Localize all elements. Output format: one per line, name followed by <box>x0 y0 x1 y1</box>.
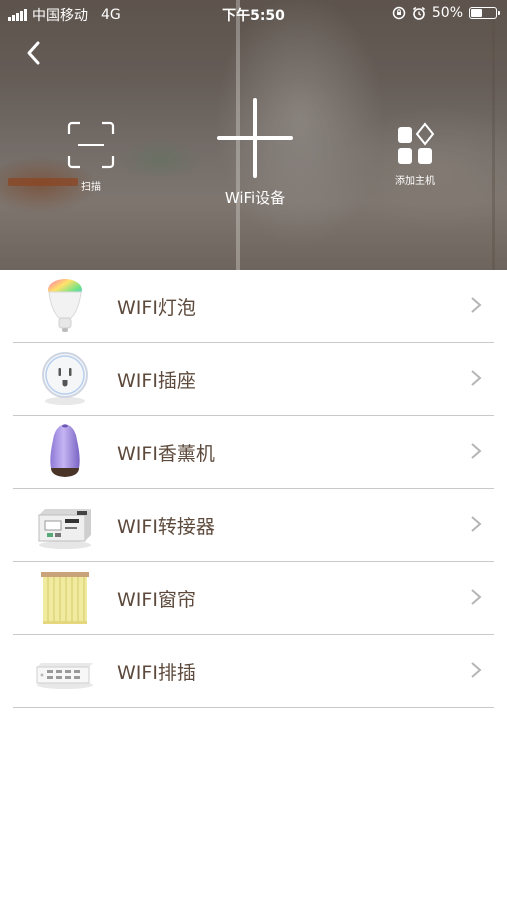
power-strip-icon <box>36 663 93 689</box>
list-item-wifi-power-strip[interactable]: WIFI排插 <box>13 635 494 708</box>
item-label: WIFI窗帘 <box>117 589 196 611</box>
back-button[interactable] <box>20 38 50 68</box>
wifi-device-label: WiFi设备 <box>224 189 286 207</box>
device-list: WIFI灯泡 WIFI插座 WIFI香薰机 WIFI转接器 WIFI窗帘 WIF… <box>0 270 507 708</box>
chevron-right-icon <box>471 516 482 532</box>
scan-label: 扫描 <box>81 182 101 193</box>
scan-icon <box>67 121 115 169</box>
battery-icon <box>469 7 500 19</box>
chevron-right-icon <box>471 297 482 313</box>
curtain-icon <box>41 572 89 624</box>
add-host-button[interactable]: 添加主机 <box>385 122 445 187</box>
item-label: WIFI灯泡 <box>117 297 196 319</box>
list-item-wifi-socket[interactable]: WIFI插座 <box>13 343 494 416</box>
adapter-icon <box>38 509 91 549</box>
bulb-icon <box>48 279 82 332</box>
list-item-wifi-adapter[interactable]: WIFI转接器 <box>13 489 494 562</box>
item-label: WIFI插座 <box>117 370 196 392</box>
socket-icon <box>42 352 88 405</box>
chevron-right-icon <box>471 662 482 678</box>
battery-percentage: 50% <box>431 5 463 21</box>
item-label: WIFI排插 <box>117 662 196 684</box>
wifi-device-button[interactable]: WiFi设备 <box>210 95 300 208</box>
header-background: 中国移动 4G 下午5:50 50% 扫描 WiFi设备 添加主机 <box>0 0 507 270</box>
add-host-label: 添加主机 <box>395 176 435 187</box>
rotation-lock-icon <box>392 6 406 20</box>
chevron-right-icon <box>471 370 482 386</box>
list-item-wifi-bulb[interactable]: WIFI灯泡 <box>13 270 494 343</box>
status-bar: 中国移动 4G 下午5:50 50% <box>0 0 507 28</box>
item-label: WIFI香薰机 <box>117 443 215 465</box>
chevron-right-icon <box>471 443 482 459</box>
aroma-diffuser-icon <box>50 424 80 477</box>
item-label: WIFI转接器 <box>117 516 215 538</box>
chevron-right-icon <box>471 589 482 605</box>
scan-button[interactable]: 扫描 <box>63 120 119 193</box>
add-host-icon <box>398 122 435 164</box>
alarm-icon <box>412 6 425 20</box>
chevron-left-icon <box>27 41 40 65</box>
list-item-wifi-aroma-diffuser[interactable]: WIFI香薰机 <box>13 416 494 489</box>
list-item-wifi-curtain[interactable]: WIFI窗帘 <box>13 562 494 635</box>
plus-icon <box>217 98 293 178</box>
